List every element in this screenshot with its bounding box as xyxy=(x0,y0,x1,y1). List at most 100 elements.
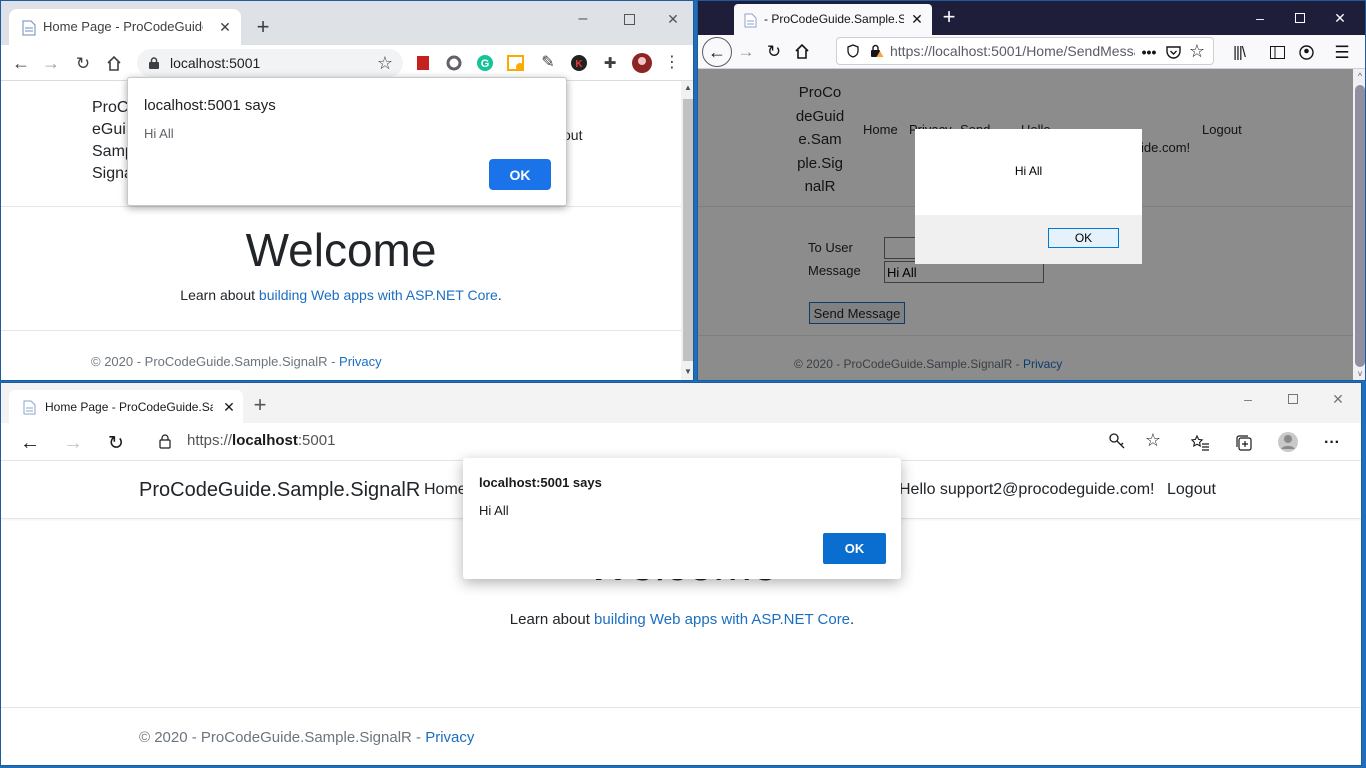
puzzle-icon[interactable]: ✚ xyxy=(601,54,619,72)
sidebar-icon[interactable] xyxy=(1266,41,1288,63)
collections-icon[interactable] xyxy=(1233,432,1255,454)
address-bar[interactable]: localhost:5001 ☆ xyxy=(137,49,403,77)
grammarly-icon[interactable]: G xyxy=(476,54,494,72)
url-text: https://localhost:5001/Home/SendMessag xyxy=(890,43,1135,59)
reload-icon[interactable]: ↻ xyxy=(73,53,93,73)
nav-logout[interactable]: Logout xyxy=(1167,481,1216,499)
edge-toolbar: ← → ↻ https://localhost:5001 ☆ ··· xyxy=(1,423,1361,461)
scroll-down-icon[interactable]: v xyxy=(1355,369,1365,379)
home-icon[interactable] xyxy=(104,53,124,73)
favorites-icon[interactable] xyxy=(1189,432,1211,454)
chrome-titlebar: Home Page - ProCodeGuide.Sam ✕ + – ✕ xyxy=(1,1,693,45)
url-text: https://localhost:5001 xyxy=(187,432,335,449)
minimize-icon[interactable]: – xyxy=(1250,8,1270,28)
close-tab-icon[interactable]: ✕ xyxy=(221,399,237,415)
bookmark-star-icon[interactable]: ☆ xyxy=(1187,41,1207,61)
star-icon[interactable]: ☆ xyxy=(1143,430,1163,450)
profile-icon[interactable] xyxy=(1276,430,1300,454)
scroll-up-icon[interactable]: ^ xyxy=(1355,71,1365,81)
home-icon[interactable] xyxy=(792,41,812,61)
key-icon[interactable] xyxy=(1107,431,1127,451)
footer-privacy-link[interactable]: Privacy xyxy=(339,354,382,369)
eyedropper-icon[interactable]: ✎ xyxy=(539,54,557,72)
close-window-icon[interactable]: ✕ xyxy=(1328,389,1348,409)
footer: © 2020 - ProCodeGuide.Sample.SignalR - P… xyxy=(91,354,382,369)
edge-titlebar: Home Page - ProCodeGuide.Sam ✕ + – ✕ xyxy=(1,383,1361,423)
ok-button[interactable]: OK xyxy=(489,159,551,190)
learn-link[interactable]: building Web apps with ASP.NET Core xyxy=(259,287,498,303)
ok-button[interactable]: OK xyxy=(823,533,886,564)
new-tab-icon[interactable]: + xyxy=(250,394,270,416)
dialog-message: Hi All xyxy=(1014,164,1043,178)
footer-text: © 2020 - ProCodeGuide.Sample.SignalR - xyxy=(91,354,340,369)
pocket-icon[interactable] xyxy=(1163,42,1183,62)
maximize-icon[interactable] xyxy=(1283,389,1303,409)
footer-privacy-link[interactable]: Privacy xyxy=(425,729,474,746)
forward-icon[interactable]: → xyxy=(62,432,84,454)
learn-prefix: Learn about xyxy=(180,287,259,303)
address-bar[interactable]: https://localhost:5001 ☆ xyxy=(145,425,1175,457)
new-tab-icon[interactable]: + xyxy=(938,6,960,28)
lock-icon xyxy=(147,55,161,71)
learn-suffix: . xyxy=(850,611,855,628)
yellow-note-icon[interactable] xyxy=(507,54,525,72)
address-text: localhost:5001 xyxy=(170,55,261,71)
forward-icon[interactable]: → xyxy=(41,53,61,73)
back-icon[interactable]: ← xyxy=(702,37,732,67)
profile-avatar-icon[interactable] xyxy=(631,52,653,74)
firefox-page-content: ProCo deGuid e.Sam ple.Sig nalR Home Pri… xyxy=(698,69,1353,380)
alert-dialog: Hi All OK xyxy=(915,129,1142,264)
url-scheme: https:// xyxy=(187,432,233,449)
k-avatar-icon[interactable]: K xyxy=(570,54,588,72)
new-tab-icon[interactable]: + xyxy=(253,16,273,38)
dialog-title: localhost:5001 says xyxy=(144,97,276,114)
page-icon xyxy=(742,12,758,28)
scroll-thumb[interactable] xyxy=(683,99,693,361)
maximize-icon[interactable] xyxy=(1290,8,1310,28)
close-window-icon[interactable]: ✕ xyxy=(1330,8,1350,28)
more-icon[interactable]: ··· xyxy=(1321,432,1343,454)
menu-icon[interactable]: ☰ xyxy=(1331,41,1353,63)
back-icon[interactable]: ← xyxy=(11,53,31,73)
close-tab-icon[interactable]: ✕ xyxy=(217,19,233,35)
reload-icon[interactable]: ↻ xyxy=(764,41,784,61)
circle-icon[interactable] xyxy=(445,54,463,72)
library-icon[interactable]: |||\ xyxy=(1228,41,1250,63)
alert-dialog: localhost:5001 says Hi All OK xyxy=(463,458,901,579)
red-bookmark-icon[interactable] xyxy=(414,54,432,72)
forward-icon[interactable]: → xyxy=(736,41,756,61)
scrollbar[interactable]: ▲ ▼ xyxy=(681,81,693,380)
scroll-down-icon[interactable]: ▼ xyxy=(683,367,693,377)
dialog-message: Hi All xyxy=(479,503,509,518)
firefox-tab[interactable]: - ProCodeGuide.Sample.Sign ✕ xyxy=(734,4,932,35)
page-icon xyxy=(21,399,37,415)
learn-link[interactable]: building Web apps with ASP.NET Core xyxy=(594,611,850,628)
edge-tab[interactable]: Home Page - ProCodeGuide.Sam ✕ xyxy=(9,390,243,423)
back-icon[interactable]: ← xyxy=(19,432,41,454)
scroll-thumb[interactable] xyxy=(1355,85,1365,367)
nav-home[interactable]: Home xyxy=(424,481,467,499)
footer-divider xyxy=(1,707,1361,708)
dialog-message: Hi All xyxy=(144,126,174,141)
minimize-icon[interactable]: – xyxy=(1238,389,1258,409)
learn-text: Learn about building Web apps with ASP.N… xyxy=(1,611,1361,628)
navbar-brand[interactable]: ProCodeGuide.Sample.SignalR xyxy=(139,479,420,502)
lock-icon xyxy=(157,433,173,449)
close-window-icon[interactable]: ✕ xyxy=(663,9,683,29)
chrome-tab[interactable]: Home Page - ProCodeGuide.Sam ✕ xyxy=(9,9,241,45)
maximize-icon[interactable] xyxy=(619,9,639,29)
ok-button[interactable]: OK xyxy=(1048,228,1119,248)
scrollbar[interactable]: ^ v xyxy=(1353,69,1365,380)
url-bar[interactable]: https://localhost:5001/Home/SendMessag •… xyxy=(836,37,1214,65)
close-tab-icon[interactable]: ✕ xyxy=(909,11,925,27)
minimize-icon[interactable]: – xyxy=(573,9,593,29)
reload-icon[interactable]: ↻ xyxy=(105,432,127,454)
page-actions-icon[interactable]: ••• xyxy=(1139,42,1159,62)
svg-text:G: G xyxy=(481,58,490,70)
menu-dots-icon[interactable]: ⋮ xyxy=(664,54,680,72)
account-icon[interactable] xyxy=(1295,41,1317,63)
alert-dialog: localhost:5001 says Hi All OK xyxy=(127,77,567,206)
learn-prefix: Learn about xyxy=(509,611,595,628)
bookmark-star-icon[interactable]: ☆ xyxy=(375,53,395,73)
scroll-up-icon[interactable]: ▲ xyxy=(683,83,693,93)
